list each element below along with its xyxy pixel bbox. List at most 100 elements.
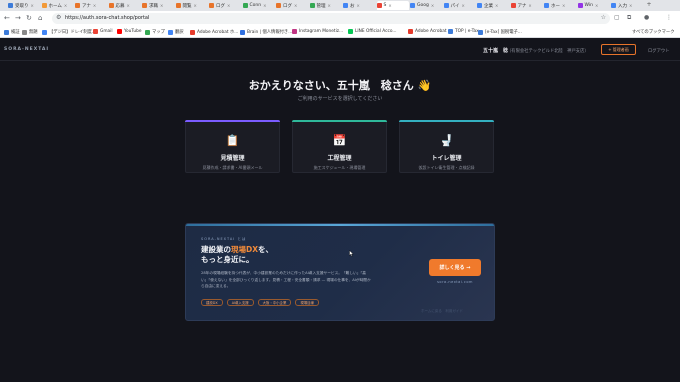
tab-close-icon[interactable]: × bbox=[227, 3, 230, 8]
bookmark-item[interactable]: TOP | e-Tax bbox=[448, 29, 479, 34]
tab-label: 受取り bbox=[15, 3, 29, 9]
service-card-toilet[interactable]: 🚽 トイレ管理 仮設トイレ衛生管理・点検記録 bbox=[399, 120, 494, 173]
learn-more-button[interactable]: 詳しく見る → bbox=[429, 259, 481, 276]
site-logo[interactable]: SORA-NEXTAI bbox=[4, 47, 49, 52]
browser-tab[interactable]: ログ × bbox=[276, 1, 309, 10]
tab-label: Win bbox=[584, 3, 593, 8]
bookmark-favicon-icon bbox=[478, 29, 483, 35]
bookmark-item[interactable]: [e-Tax] 国税電子... bbox=[478, 29, 522, 35]
back-icon[interactable]: ← bbox=[4, 14, 10, 23]
tab-close-icon[interactable]: × bbox=[64, 3, 67, 8]
tab-favicon-icon bbox=[41, 3, 47, 8]
tab-close-icon[interactable]: × bbox=[462, 3, 465, 8]
tab-close-icon[interactable]: × bbox=[93, 3, 96, 8]
home-icon[interactable]: ⌂ bbox=[38, 14, 42, 23]
browser-tab[interactable]: 入力 × bbox=[611, 1, 644, 10]
tab-close-icon[interactable]: × bbox=[328, 3, 331, 8]
calendar-icon: 📅 bbox=[332, 134, 347, 147]
new-tab-icon[interactable]: + bbox=[647, 1, 652, 8]
browser-tab[interactable]: ホー × bbox=[544, 1, 577, 10]
tab-close-icon[interactable]: × bbox=[357, 3, 360, 8]
bookmark-item[interactable]: LINE Official Acco... bbox=[348, 29, 396, 34]
browser-tab[interactable]: ホーム × bbox=[41, 1, 75, 10]
bookmark-label: 検証 bbox=[11, 30, 20, 35]
service-card-schedule[interactable]: 📅 工程管理 施工スケジュール・現場管理 bbox=[292, 120, 387, 173]
reload-icon[interactable]: ↻ bbox=[26, 14, 32, 23]
tab-close-icon[interactable]: × bbox=[629, 3, 632, 8]
browser-tab[interactable]: アナ × bbox=[75, 1, 108, 10]
forward-icon[interactable]: → bbox=[15, 14, 21, 23]
browser-tab[interactable]: 管理 × bbox=[309, 1, 343, 10]
tab-favicon-icon bbox=[477, 3, 482, 8]
card-description: 見積作成・請求書・AI番頭メール bbox=[202, 165, 263, 170]
tab-strip: 受取り × ホーム × アナ × 応募 × 求職 × 閲覧 × ログ × Conn × ログ × 管理 × お × S × Go… bbox=[0, 0, 680, 11]
site-info-icon[interactable]: ⚙ bbox=[56, 14, 61, 21]
bookmark-item[interactable]: YouTube bbox=[117, 29, 141, 34]
browser-tab[interactable]: Goog × bbox=[410, 1, 443, 10]
tab-close-icon[interactable]: × bbox=[194, 3, 197, 8]
bookmark-star-icon[interactable]: ☆ bbox=[601, 14, 606, 21]
tab-close-icon[interactable]: × bbox=[263, 3, 266, 8]
card-description: 施工スケジュール・現場管理 bbox=[313, 165, 366, 170]
tab-favicon-icon bbox=[75, 3, 80, 8]
tab-label: 入力 bbox=[618, 3, 627, 9]
address-bar[interactable]: ⚙ https://auth.sora-chat.shop/portal ☆ bbox=[52, 13, 610, 24]
browser-tab[interactable]: 企業 × bbox=[477, 1, 510, 10]
tab-close-icon[interactable]: × bbox=[495, 3, 498, 8]
browser-tab[interactable]: Win × bbox=[577, 1, 611, 10]
tab-close-icon[interactable]: × bbox=[562, 3, 565, 8]
bookmark-item[interactable]: 無題 bbox=[22, 29, 38, 35]
tab-close-icon[interactable]: × bbox=[294, 3, 297, 8]
tab-close-icon[interactable]: × bbox=[31, 3, 34, 8]
tab-close-icon[interactable]: × bbox=[528, 3, 531, 8]
browser-tab[interactable]: S × bbox=[376, 1, 409, 10]
browser-tab[interactable]: 受取り × bbox=[8, 1, 41, 10]
tab-label: 応募 bbox=[115, 3, 125, 9]
browser-tab[interactable]: アナ × bbox=[510, 1, 544, 10]
bookmark-item[interactable]: マップ bbox=[145, 29, 165, 35]
bookmark-item[interactable]: Brain | 個人情報付き... bbox=[240, 29, 292, 35]
browser-tab[interactable]: 応募 × bbox=[108, 1, 142, 10]
tabs-icon[interactable]: ⧉ bbox=[627, 14, 631, 22]
bookmark-favicon-icon bbox=[292, 29, 297, 34]
tab-close-icon[interactable]: × bbox=[127, 3, 130, 8]
browser-tab[interactable]: 閲覧 × bbox=[175, 1, 209, 10]
bookmark-label: Gmail bbox=[100, 29, 113, 34]
browser-tab[interactable]: Conn × bbox=[242, 1, 276, 10]
bookmark-label: [e-Tax] 国税電子... bbox=[485, 30, 522, 35]
all-bookmarks-link[interactable]: すべてのブックマーク bbox=[632, 29, 675, 35]
user-name: 五十嵐 稔 bbox=[483, 48, 509, 54]
company-name: （有限会社テックビルド北陸 神戸支店） bbox=[507, 48, 589, 54]
logout-link[interactable]: ログアウト bbox=[648, 48, 669, 54]
bookmark-favicon-icon bbox=[408, 29, 413, 34]
profile-icon[interactable]: ● bbox=[644, 14, 649, 21]
bookmark-label: TOP | e-Tax bbox=[455, 29, 479, 34]
browser-tab[interactable]: お × bbox=[343, 1, 376, 10]
admin-button[interactable]: + 管理者画 bbox=[601, 44, 636, 55]
tab-close-icon[interactable]: × bbox=[388, 3, 391, 8]
menu-icon[interactable]: ⋮ bbox=[666, 14, 672, 21]
bookmark-item[interactable]: Adobe Acrobat bbox=[408, 29, 447, 34]
bookmark-favicon-icon bbox=[190, 29, 195, 35]
extension-icon[interactable]: ▢ bbox=[614, 14, 620, 21]
tab-favicon-icon bbox=[309, 3, 315, 8]
bookmark-item[interactable]: Instagram Monetiz... bbox=[292, 29, 343, 34]
bookmark-item[interactable]: Gmail bbox=[93, 29, 113, 34]
bookmark-item[interactable]: 翻訳 bbox=[168, 29, 184, 35]
tab-label: 閲覧 bbox=[182, 3, 192, 9]
tab-close-icon[interactable]: × bbox=[431, 3, 434, 8]
bookmark-item[interactable]: 【デジ日】ドレイ制度... bbox=[42, 29, 96, 35]
promo-footer-links[interactable]: ホームに戻る 利用ガイド bbox=[421, 309, 463, 314]
tab-close-icon[interactable]: × bbox=[160, 3, 163, 8]
bookmark-item[interactable]: 検証 bbox=[4, 29, 20, 35]
tab-label: 管理 bbox=[316, 3, 326, 9]
bookmarks-bar: 検証 無題 【デジ日】ドレイ制度... Gmail YouTube マップ 翻訳 Adobe … bbox=[0, 26, 680, 38]
browser-tab[interactable]: 求職 × bbox=[142, 1, 175, 10]
tab-label: ホー bbox=[551, 3, 560, 9]
browser-tab[interactable]: ログ × bbox=[209, 1, 242, 10]
tab-close-icon[interactable]: × bbox=[595, 3, 598, 8]
bookmark-label: 翻訳 bbox=[175, 30, 184, 35]
bookmark-item[interactable]: Adobe Acrobat ホ... bbox=[190, 29, 238, 35]
browser-tab[interactable]: パイ × bbox=[443, 1, 477, 10]
service-card-estimate[interactable]: 📋 見積管理 見積作成・請求書・AI番頭メール bbox=[185, 120, 280, 173]
